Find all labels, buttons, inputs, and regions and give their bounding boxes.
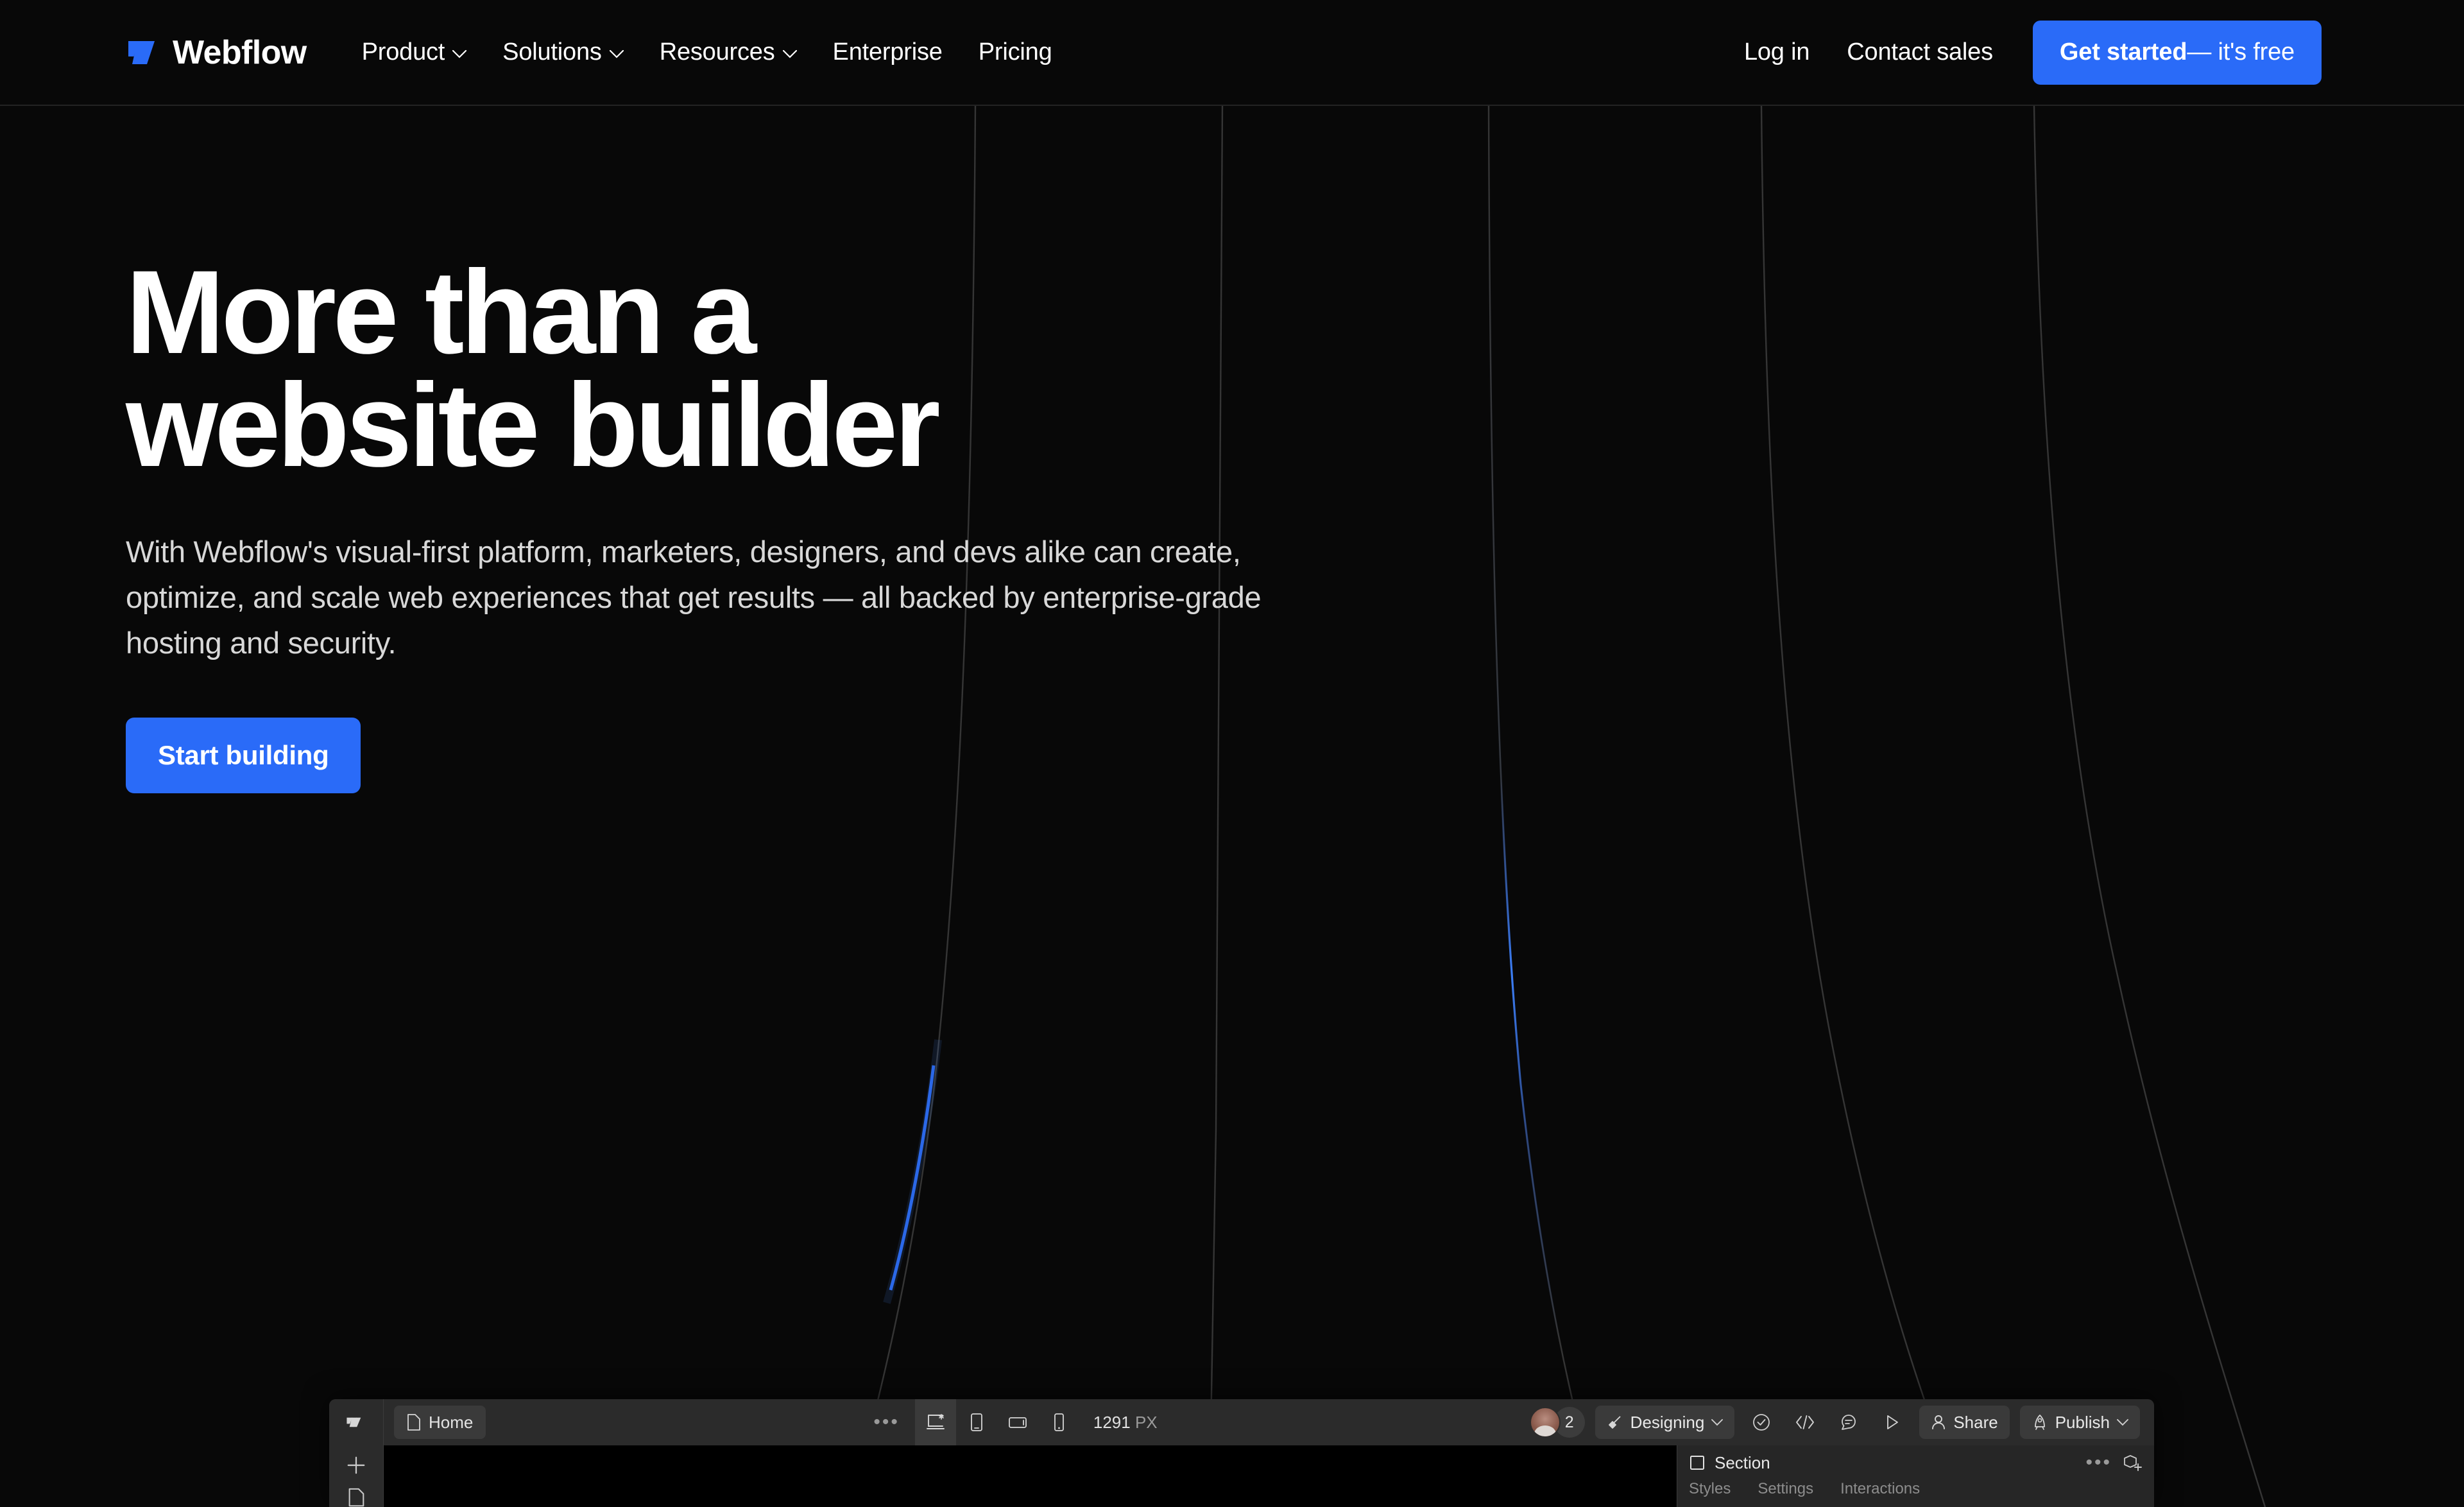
rocket-icon [2034,1415,2045,1430]
designer-page-tab-home[interactable]: Home [394,1406,486,1439]
breakpoint-width-value: 1291 [1093,1412,1131,1432]
designer-home-logo-button[interactable] [329,1399,384,1445]
breakpoint-mobile-landscape-button[interactable] [997,1399,1038,1445]
person-icon [1932,1415,1946,1429]
desktop-breakpoint-icon [926,1414,945,1429]
nav-item-enterprise[interactable]: Enterprise [815,39,961,66]
share-label: Share [1953,1412,1998,1432]
designer-panel-header: Section ••• [1677,1445,2154,1480]
contact-sales-link[interactable]: Contact sales [1828,39,2012,66]
nav-item-enterprise-label: Enterprise [832,39,943,65]
publish-button[interactable]: Publish [2019,1406,2140,1439]
get-started-button[interactable]: Get started — it's free [2032,20,2322,85]
chevron-down-icon [452,49,467,58]
designer-topbar: Home ••• 1291 PX 2 Designing Share Publi… [329,1399,2154,1445]
audit-check-button[interactable] [1745,1406,1778,1439]
hero-subtitle: With Webflow's visual-first platform, ma… [126,534,1262,660]
designer-panel-tabs: Styles Settings Interactions [1677,1480,2154,1498]
chevron-down-icon [609,49,624,58]
section-square-icon [1690,1456,1704,1470]
breakpoint-tablet-button[interactable] [956,1399,997,1445]
breakpoint-desktop-button[interactable] [914,1399,956,1445]
publish-label: Publish [2055,1412,2110,1432]
main-navigation: Webflow Product Solutions Resources Ente… [0,0,2464,106]
nav-item-resources[interactable]: Resources [642,39,815,66]
avatar[interactable] [1529,1407,1561,1438]
designer-mockup: Home ••• 1291 PX 2 Designing Share Publi… [329,1399,2154,1507]
designer-mode-dropdown[interactable]: Designing [1595,1406,1735,1439]
preview-button[interactable] [1876,1406,1909,1439]
breakpoint-width-unit: PX [1134,1412,1158,1432]
panel-overflow-menu-button[interactable]: ••• [2085,1453,2112,1472]
designer-mode-label: Designing [1630,1412,1705,1432]
nav-right-group: Log in Contact sales Get started — it's … [1725,20,2322,85]
comment-icon [1842,1415,1856,1430]
nav-item-pricing[interactable]: Pricing [961,39,1070,66]
comments-button[interactable] [1832,1406,1865,1439]
page-icon [407,1414,420,1431]
code-brackets-icon [1796,1415,1815,1429]
tab-settings[interactable]: Settings [1758,1480,1813,1498]
selected-element-label: Section [1715,1452,1770,1472]
tablet-breakpoint-icon [970,1413,982,1431]
mobile-landscape-breakpoint-icon [1008,1417,1027,1428]
add-component-icon[interactable] [2123,1454,2143,1472]
page-title-line-1: More than a [126,246,757,379]
mobile-portrait-breakpoint-icon [1054,1413,1064,1431]
nav-item-product-label: Product [361,39,445,65]
start-building-button[interactable]: Start building [126,717,361,793]
paintbrush-icon [1608,1416,1621,1429]
nav-item-solutions-label: Solutions [502,39,602,65]
curve-highlight-left [889,1065,936,1291]
code-export-button[interactable] [1788,1406,1822,1439]
designer-page-tab-label: Home [429,1412,474,1432]
tab-styles[interactable]: Styles [1689,1480,1731,1498]
check-circle-icon [1753,1414,1770,1431]
webflow-landing-page: Webflow Product Solutions Resources Ente… [0,0,2464,1507]
designer-right-panel: Section ••• Styles Settings Interactions [1677,1445,2154,1507]
hero-section: More than a website builder With Webflow… [126,246,1281,793]
nav-left-group: Webflow Product Solutions Resources Ente… [126,35,1070,71]
curve-highlight-right [1487,105,1600,1507]
designer-breakpoint-switcher: 1291 PX [914,1399,1158,1445]
webflow-logo[interactable]: Webflow [126,35,307,71]
add-element-icon[interactable] [345,1454,368,1476]
breakpoint-width-readout: 1291 PX [1093,1413,1158,1433]
designer-overflow-menu-button[interactable]: ••• [858,1413,915,1432]
nav-links: Product Solutions Resources Enterprise P… [344,39,1070,66]
designer-panel-actions: ••• [2085,1453,2143,1472]
tab-interactions[interactable]: Interactions [1840,1480,1920,1498]
page-title-line-2: website builder [126,359,941,492]
designer-canvas[interactable] [384,1445,1677,1507]
breakpoint-mobile-portrait-button[interactable] [1038,1399,1079,1445]
collaborators-group: 2 [1529,1407,1585,1438]
nav-item-solutions[interactable]: Solutions [484,39,642,66]
chevron-down-icon [1711,1418,1724,1425]
page-title: More than a website builder [126,246,1281,492]
nav-item-product[interactable]: Product [344,39,485,66]
designer-left-rail [329,1445,384,1507]
webflow-logo-icon [346,1417,361,1427]
chevron-down-icon [2117,1418,2128,1425]
get-started-label-strong: Get started [2059,39,2187,65]
designer-topbar-right: 2 Designing Share Publish [1529,1399,2154,1445]
webflow-logo-icon [128,40,155,64]
login-link[interactable]: Log in [1725,39,1828,66]
nav-item-resources-label: Resources [659,39,775,65]
pages-icon[interactable] [346,1488,366,1507]
webflow-logo-wordmark: Webflow [173,33,307,71]
share-button[interactable]: Share [1919,1406,2010,1439]
get-started-label-rest: — it's free [2187,39,2295,65]
chevron-down-icon [782,49,797,58]
play-triangle-icon [1887,1415,1899,1429]
nav-item-pricing-label: Pricing [978,39,1052,65]
